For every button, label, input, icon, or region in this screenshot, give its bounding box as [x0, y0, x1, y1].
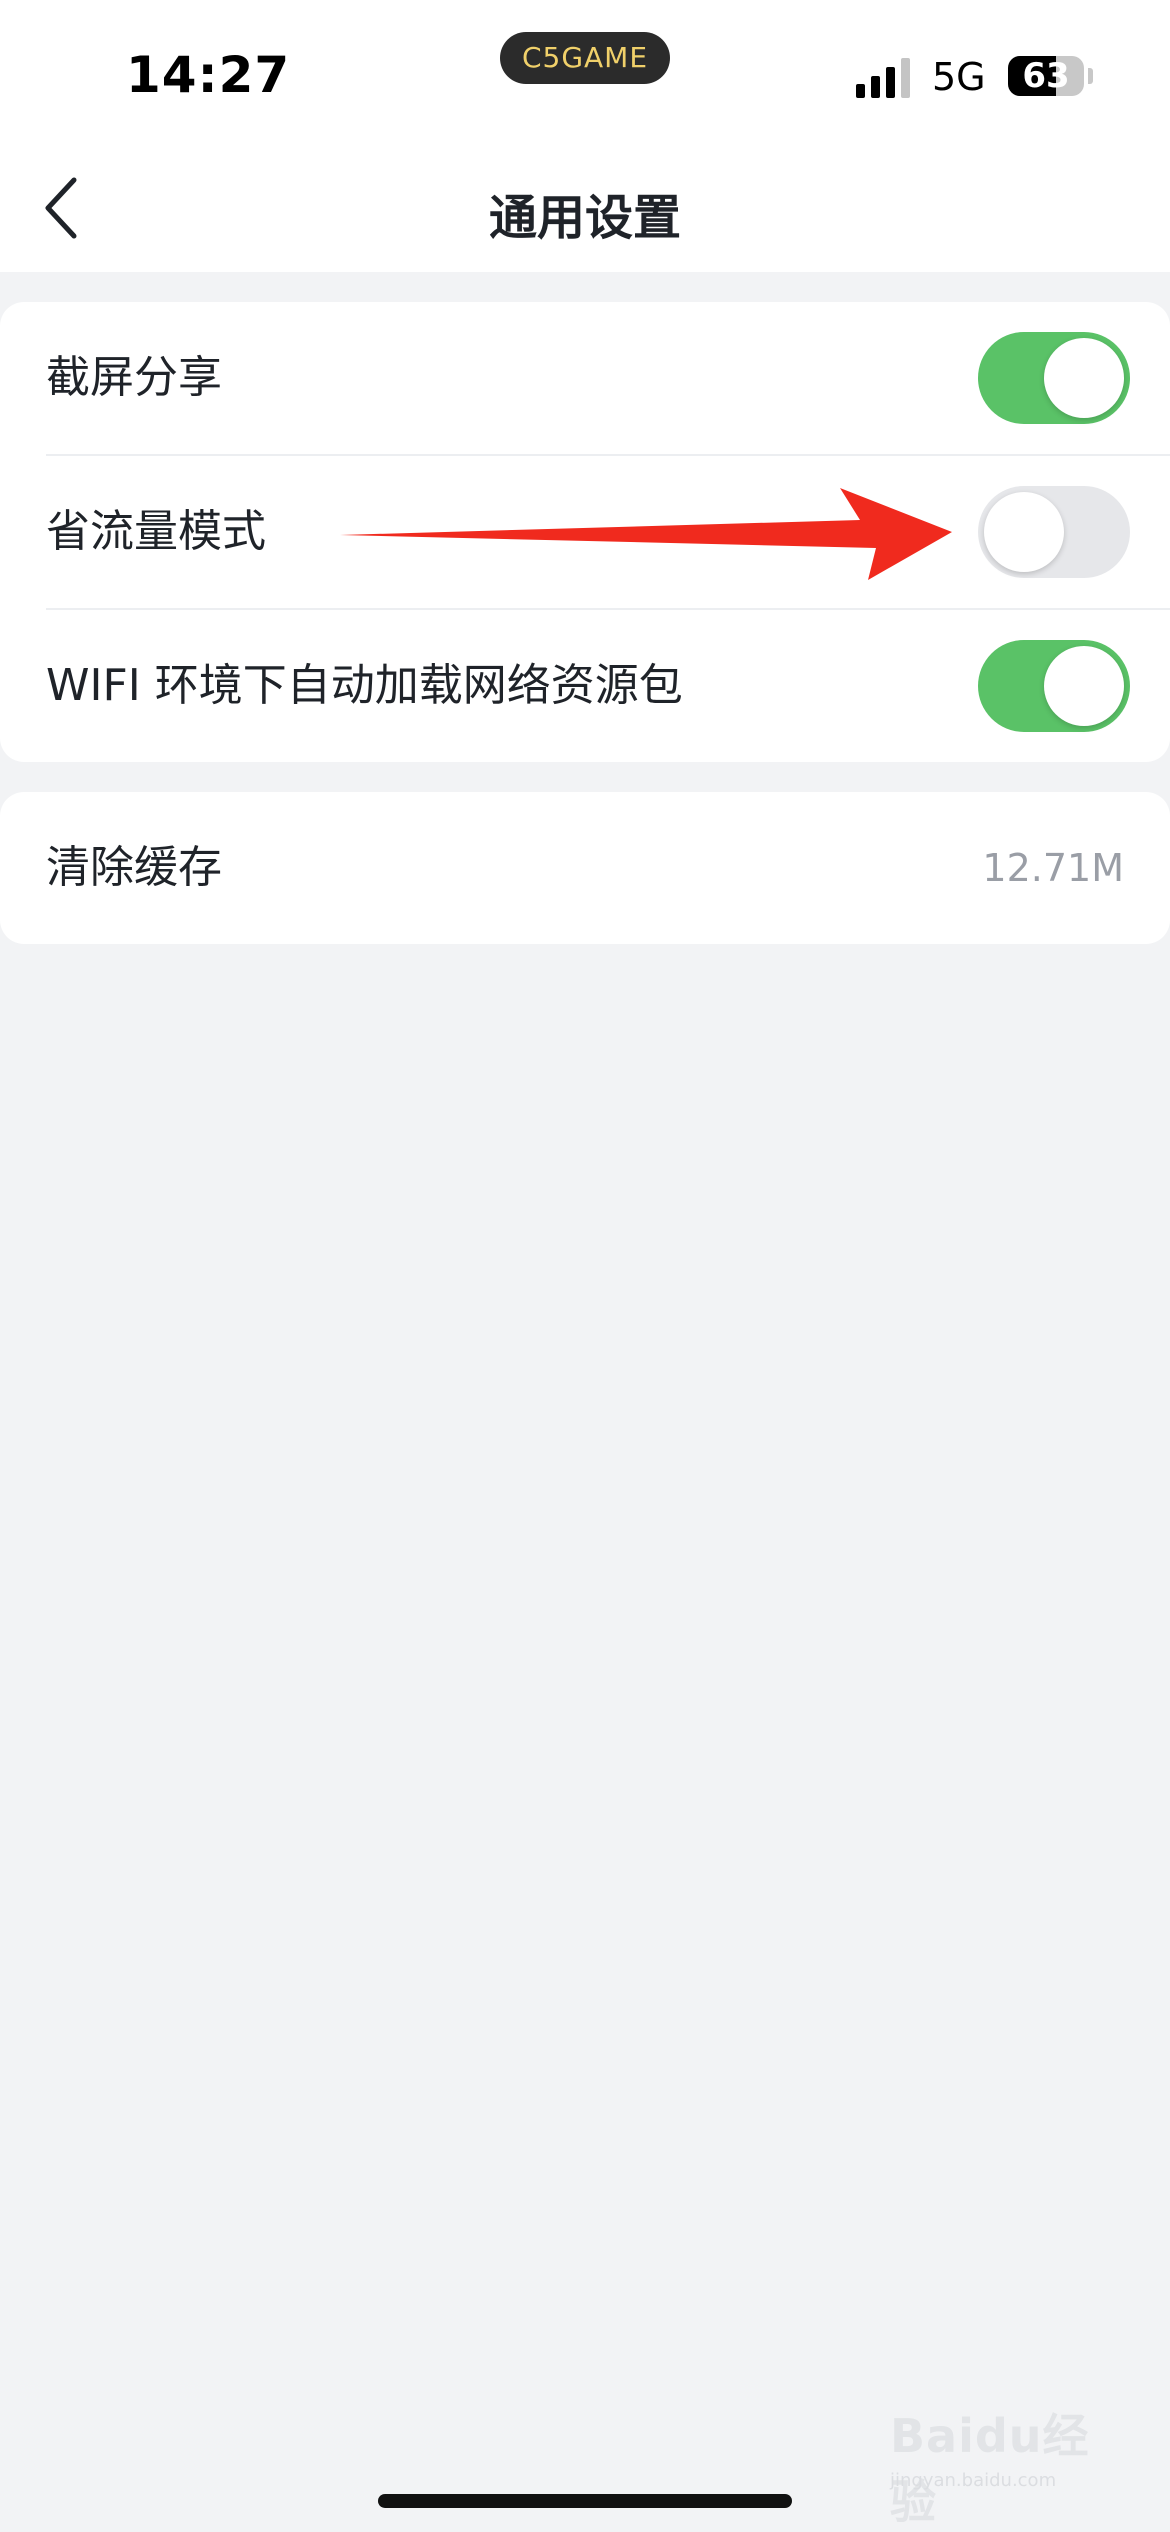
screenshot-share-toggle[interactable] [978, 332, 1130, 424]
status-bar: 14:27 C5GAME 5G 63 [0, 0, 1170, 140]
data-saver-toggle[interactable] [978, 486, 1130, 578]
page-title: 通用设置 [488, 190, 681, 246]
cache-size-value: 12.71M [982, 846, 1124, 890]
wifi-autoload-toggle[interactable] [978, 640, 1130, 732]
red-arrow-annotation-icon [340, 488, 952, 580]
watermark-url: jingyan.baidu.com [890, 2470, 1057, 2491]
wifi-autoload-label: WIFI 环境下自动加载网络资源包 [46, 660, 683, 711]
setting-row-clear-cache[interactable]: 清除缓存 12.71M [0, 792, 1170, 944]
baidu-watermark: Baidu经验 jingyan.baidu.com [890, 2400, 1130, 2529]
setting-row-screenshot-share: 截屏分享 [0, 302, 1170, 454]
setting-row-wifi-autoload: WIFI 环境下自动加载网络资源包 [0, 610, 1170, 762]
status-time: 14:27 [126, 46, 291, 104]
battery-icon: 63 [1008, 56, 1084, 96]
network-type: 5G [932, 55, 986, 99]
battery-tip [1088, 68, 1093, 84]
toggle-knob [1044, 338, 1124, 418]
nav-bar: 通用设置 [0, 140, 1170, 272]
home-indicator[interactable] [378, 2494, 792, 2508]
clear-cache-label: 清除缓存 [46, 842, 222, 893]
toggle-knob [1044, 646, 1124, 726]
clear-cache-card[interactable]: 清除缓存 12.71M [0, 792, 1170, 944]
watermark-brand: Baidu经验 [890, 2409, 1090, 2529]
screenshot-share-label: 截屏分享 [46, 352, 222, 403]
toggle-knob [984, 492, 1064, 572]
battery-percent: 63 [1022, 56, 1070, 96]
cellular-signal-icon [856, 58, 910, 98]
data-saver-label: 省流量模式 [46, 506, 266, 557]
dynamic-island-label: C5GAME [500, 32, 670, 84]
